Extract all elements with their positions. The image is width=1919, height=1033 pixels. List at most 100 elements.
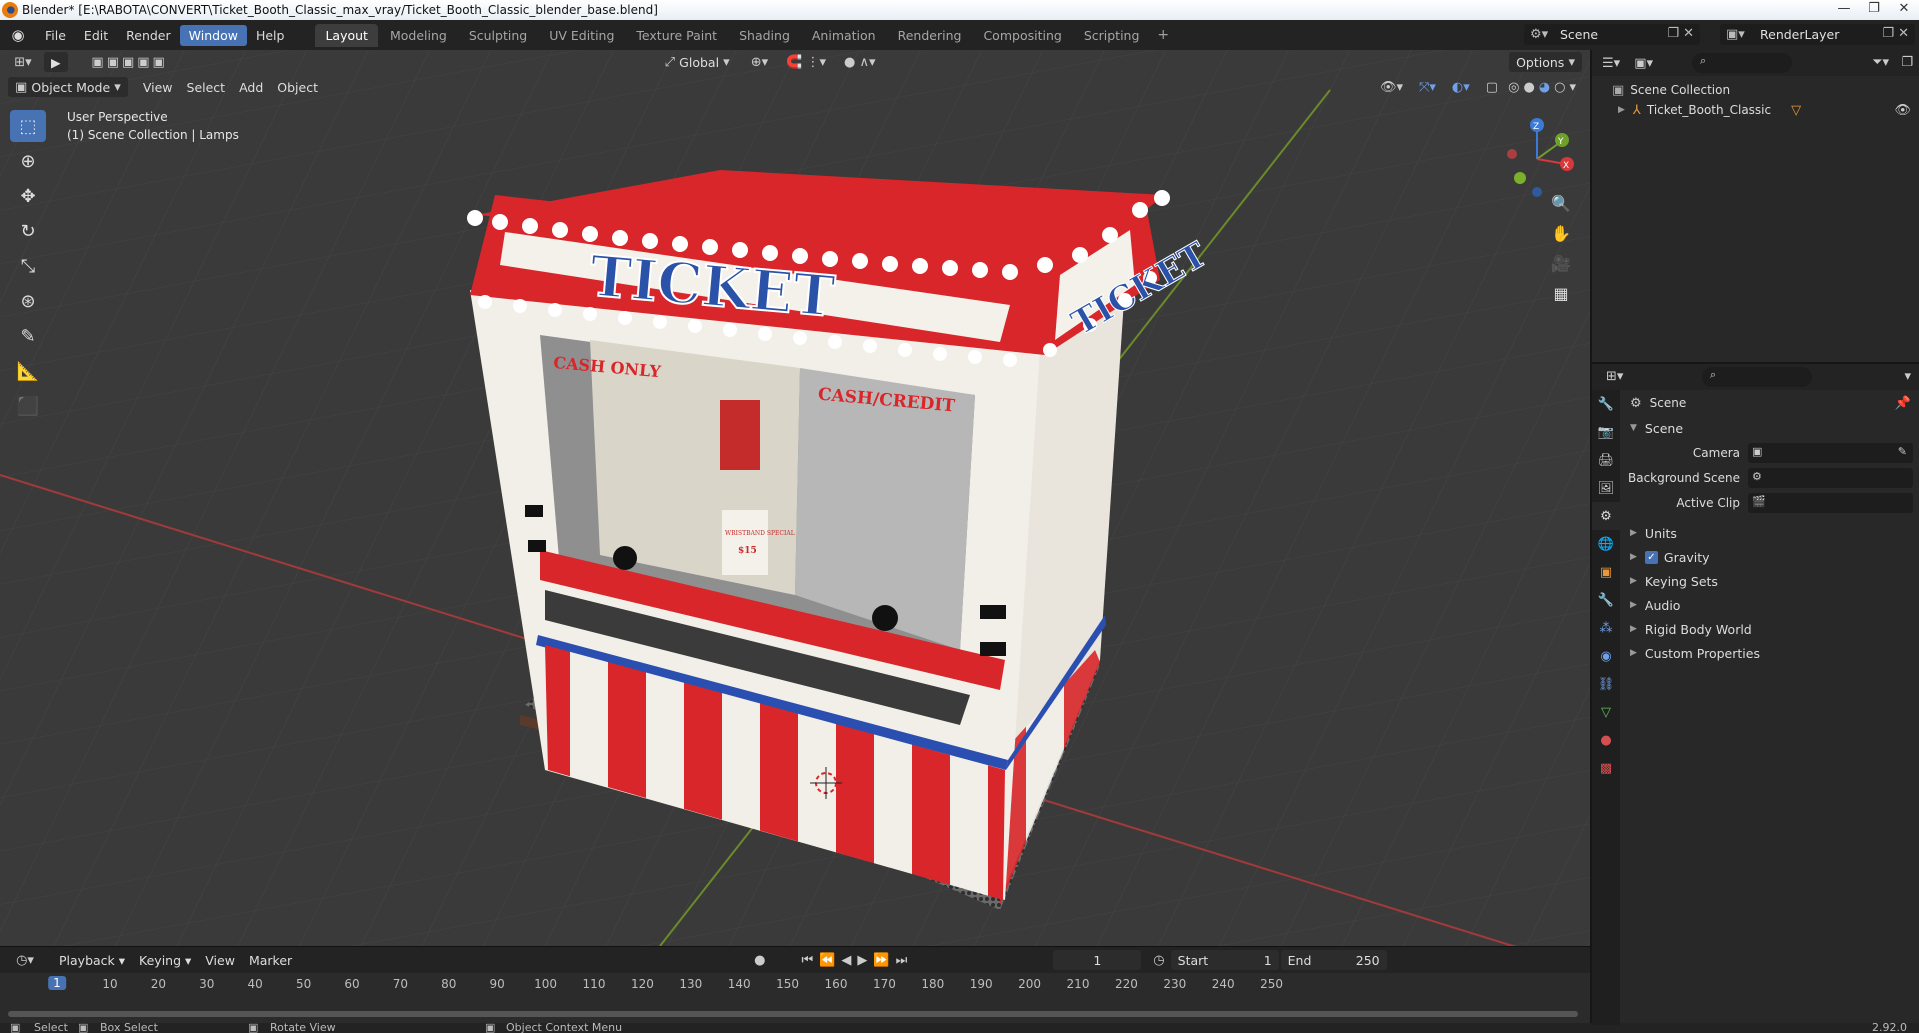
add-workspace-icon[interactable]: +	[1149, 23, 1177, 47]
eye-icon[interactable]: 👁	[1894, 103, 1911, 118]
current-frame-indicator[interactable]: 1	[48, 976, 66, 990]
expand-arrow-icon[interactable]: ▶	[1618, 105, 1625, 115]
tab-modeling[interactable]: Modeling	[380, 24, 457, 47]
tab-rendering[interactable]: Rendering	[888, 24, 972, 47]
end-frame-field[interactable]: End 250	[1280, 950, 1387, 970]
tab-layout[interactable]: Layout	[315, 23, 378, 47]
particles-tab-icon[interactable]: ⁂	[1592, 614, 1620, 642]
proportional-edit-icon[interactable]: ● ∧▾	[844, 55, 876, 70]
texture-tab-icon[interactable]: ▩	[1592, 754, 1620, 782]
eyedropper-icon[interactable]: ✎	[1898, 445, 1907, 458]
camera-view-icon[interactable]: 🎥	[1548, 254, 1574, 280]
keying-sets-panel[interactable]: ▶ Keying Sets	[1620, 569, 1919, 593]
transform-tool-icon[interactable]: ⊛	[10, 285, 46, 317]
menu-help[interactable]: Help	[247, 25, 294, 46]
tab-compositing[interactable]: Compositing	[973, 24, 1071, 47]
scene-panel-header[interactable]: ▼ Scene	[1620, 416, 1919, 440]
rigid-body-world-panel[interactable]: ▶ Rigid Body World	[1620, 617, 1919, 641]
scene-copy-icon[interactable]: ❐ ✕	[1667, 26, 1694, 41]
shading-options-icon[interactable]: ▾	[1569, 80, 1576, 95]
transform-orientation-dropdown[interactable]: ⤢ Global ▾	[658, 52, 737, 72]
current-frame-field[interactable]: 1	[1053, 950, 1142, 970]
3d-viewport[interactable]: TICKET TICKET CASH ONLY CASH/CREDIT WRIS…	[0, 50, 1590, 946]
world-tab-icon[interactable]: 🌐	[1592, 530, 1620, 558]
outliner-editor-icon[interactable]: ☰▾	[1602, 56, 1620, 71]
timeline-editor-icon[interactable]: ◷▾	[10, 953, 40, 968]
viewport-menu-object[interactable]: Object	[270, 77, 325, 97]
timeline-scrollbar[interactable]	[8, 1011, 1578, 1017]
annotate-tool-icon[interactable]: ✎	[10, 320, 46, 352]
filter-icon[interactable]: ⏷▾	[1872, 55, 1889, 70]
output-tab-icon[interactable]: 🖨	[1592, 446, 1620, 474]
cursor-tool-icon[interactable]: ⊕	[10, 145, 46, 177]
timeline-menu-marker[interactable]: Marker	[242, 950, 299, 970]
pivot-icon[interactable]: ⊕▾	[751, 55, 768, 70]
zoom-icon[interactable]: 🔍	[1548, 194, 1574, 220]
start-frame-field[interactable]: Start 1	[1170, 950, 1279, 970]
menu-render[interactable]: Render	[117, 25, 180, 46]
editor-type-icon[interactable]: ⊞▾	[10, 55, 36, 70]
ortho-grid-icon[interactable]: ▦	[1548, 284, 1574, 310]
tab-texture-paint[interactable]: Texture Paint	[626, 24, 727, 47]
tab-shading[interactable]: Shading	[729, 24, 800, 47]
shading-wireframe-icon[interactable]: ◎	[1508, 80, 1519, 95]
object-tab-icon[interactable]: ▣	[1592, 558, 1620, 586]
pin-icon[interactable]: 📌	[1895, 396, 1911, 411]
gizmo-toggle-icon[interactable]: ⤧▾	[1419, 80, 1436, 95]
tool-tab-icon[interactable]: 🔧	[1592, 390, 1620, 418]
gravity-checkbox[interactable]: ✓	[1644, 550, 1658, 564]
camera-field[interactable]: ▣ ✎	[1748, 442, 1913, 463]
render-tab-icon[interactable]: 📷	[1592, 418, 1620, 446]
close-button[interactable]: ✕	[1889, 0, 1919, 20]
selection-mode-icons[interactable]: ▣▣▣▣▣	[82, 55, 178, 70]
timeline-menu-playback[interactable]: Playback ▾	[52, 950, 132, 970]
viewport-menu-view[interactable]: View	[136, 77, 180, 97]
physics-tab-icon[interactable]: ◉	[1592, 642, 1620, 670]
tab-scripting[interactable]: Scripting	[1074, 24, 1150, 47]
snap-icon[interactable]: 🧲 ⋮▾	[786, 55, 826, 70]
tab-animation[interactable]: Animation	[802, 24, 886, 47]
scene-tab-icon[interactable]: ⚙	[1592, 502, 1620, 530]
navigation-gizmo[interactable]: Z Y X	[1492, 114, 1582, 204]
rotate-tool-icon[interactable]: ↻	[10, 215, 46, 247]
shading-rendered-icon[interactable]: ○	[1554, 80, 1565, 95]
minimize-button[interactable]: —	[1829, 0, 1859, 20]
new-collection-icon[interactable]: ❐	[1901, 55, 1913, 70]
renderlayer-selector[interactable]: ▣▾ RenderLayer ❐ ✕	[1720, 24, 1915, 45]
tab-uv-editing[interactable]: UV Editing	[539, 24, 624, 47]
xray-icon[interactable]: ▢	[1486, 80, 1498, 95]
scene-selector[interactable]: ⚙▾ Scene ❐ ✕	[1524, 24, 1700, 45]
chevron-down-icon[interactable]: ▾	[1904, 369, 1911, 384]
viewport-menu-add[interactable]: Add	[232, 77, 270, 97]
clock-icon[interactable]: ◷	[1153, 953, 1164, 968]
constraints-tab-icon[interactable]: ⛓	[1592, 670, 1620, 698]
properties-search-input[interactable]: ⌕	[1702, 367, 1812, 387]
scale-tool-icon[interactable]: ⤡	[10, 250, 46, 282]
timeline-menu-keying[interactable]: Keying ▾	[132, 950, 198, 970]
menu-edit[interactable]: Edit	[75, 25, 117, 46]
timeline-menu-view[interactable]: View	[198, 950, 242, 970]
gravity-panel[interactable]: ▶ ✓ Gravity	[1620, 545, 1919, 569]
select-mode-icon[interactable]: ▶	[44, 52, 68, 72]
shading-material-icon[interactable]: ◕	[1539, 80, 1550, 95]
menu-file[interactable]: File	[36, 25, 75, 46]
pan-hand-icon[interactable]: ✋	[1548, 224, 1574, 250]
record-icon[interactable]: ●	[754, 953, 765, 968]
tab-sculpting[interactable]: Sculpting	[459, 24, 537, 47]
blender-menu-icon[interactable]: ◉	[8, 25, 28, 45]
units-panel[interactable]: ▶ Units	[1620, 521, 1919, 545]
custom-properties-panel[interactable]: ▶ Custom Properties	[1620, 641, 1919, 665]
viewport-menu-select[interactable]: Select	[180, 77, 233, 97]
outliner-scene-collection[interactable]: ▣ Scene Collection	[1592, 80, 1919, 100]
playback-controls-icons[interactable]: ⏮⏪◀▶⏩⏭	[802, 953, 914, 968]
outliner-search-input[interactable]: ⌕	[1692, 53, 1792, 73]
shading-solid-icon[interactable]: ●	[1523, 80, 1534, 95]
data-tab-icon[interactable]: ▽	[1592, 698, 1620, 726]
menu-window[interactable]: Window	[179, 24, 247, 46]
background-scene-field[interactable]: ⚙	[1748, 467, 1913, 488]
material-tab-icon[interactable]: ●	[1592, 726, 1620, 754]
add-cube-tool-icon[interactable]: ⬛	[10, 390, 46, 422]
display-mode-icon[interactable]: ▣▾	[1634, 56, 1653, 71]
outliner-item-ticket-booth[interactable]: ▶ ⅄ Ticket_Booth_Classic ▽ 👁	[1592, 100, 1919, 120]
audio-panel[interactable]: ▶ Audio	[1620, 593, 1919, 617]
